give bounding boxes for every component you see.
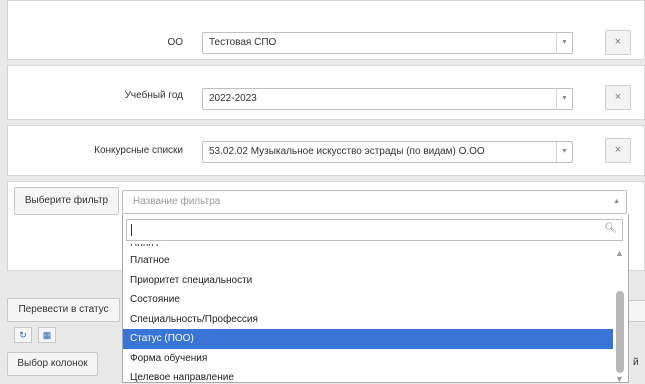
oo-select-value: Тестовая СПО (209, 37, 277, 48)
option-paid[interactable]: Платное (123, 251, 613, 271)
choose-columns-label: Выбор колонок (17, 358, 88, 369)
choose-filter-label: Выберите фильтр (14, 187, 119, 215)
filter-label-year: Учебный год (124, 90, 183, 101)
option-target-direction[interactable]: Целевое направление (123, 368, 613, 383)
option-specialty-priority[interactable]: Приоритет специальности (123, 271, 613, 291)
grid-button[interactable]: ▦ (38, 327, 56, 343)
oo-select[interactable]: Тестовая СПО ▼ (202, 32, 573, 54)
clear-oo-button[interactable]: × (605, 30, 631, 55)
year-select-value: 2022-2023 (209, 93, 257, 104)
search-icon: 🔍︎ (604, 223, 617, 234)
dropdown-scrollbar[interactable]: ▲ ▼ (614, 246, 626, 384)
clear-year-button[interactable]: × (605, 85, 631, 110)
refresh-icon: ↻ (19, 330, 27, 340)
chevron-down-icon: ▼ (556, 33, 572, 53)
refresh-button[interactable]: ↻ (14, 327, 32, 343)
close-icon: × (614, 91, 622, 103)
text-caret (131, 224, 132, 236)
grid-icon: ▦ (42, 330, 52, 340)
change-status-label: Перевести в статус (18, 304, 109, 315)
change-status-button[interactable]: Перевести в статус (7, 298, 120, 322)
chevron-down-icon: ▼ (556, 142, 572, 162)
filter-label-oo: ОО (167, 37, 183, 48)
option-study-form[interactable]: Форма обучения (123, 349, 613, 369)
filter-label-lists: Конкурсные списки (94, 145, 183, 156)
chevron-up-icon: ▲ (613, 198, 620, 205)
filter-name-placeholder: Название фильтра (133, 196, 221, 207)
option-state[interactable]: Состояние (123, 290, 613, 310)
choose-columns-button[interactable]: Выбор колонок (7, 352, 98, 376)
close-icon: × (614, 36, 622, 48)
close-icon: × (614, 144, 622, 156)
clipped-text: й (633, 357, 639, 368)
filter-options-list: Пол/Н... Платное Приоритет специальности… (123, 244, 613, 383)
lists-select-value: 53.02.02 Музыкальное искусство эстрады (… (209, 146, 485, 157)
lists-select[interactable]: 53.02.02 Музыкальное искусство эстрады (… (202, 141, 573, 163)
filter-name-select[interactable]: Название фильтра ▲ (122, 190, 627, 214)
clipped-option: Пол/Н... (123, 244, 613, 246)
clear-lists-button[interactable]: × (605, 138, 631, 163)
option-status-poo[interactable]: Статус (ПОО) (123, 329, 613, 349)
filter-search-input[interactable]: 🔍︎ (126, 219, 623, 241)
filter-dropdown: 🔍︎ Пол/Н... Платное Приоритет специально… (122, 214, 629, 384)
scroll-up-icon[interactable]: ▲ (615, 248, 624, 258)
option-specialty-profession[interactable]: Специальность/Профессия (123, 310, 613, 330)
scrollbar-thumb[interactable] (616, 291, 624, 373)
year-select[interactable]: 2022-2023 ▼ (202, 88, 573, 110)
right-edge-button[interactable] (628, 300, 645, 322)
chevron-down-icon: ▼ (556, 89, 572, 109)
